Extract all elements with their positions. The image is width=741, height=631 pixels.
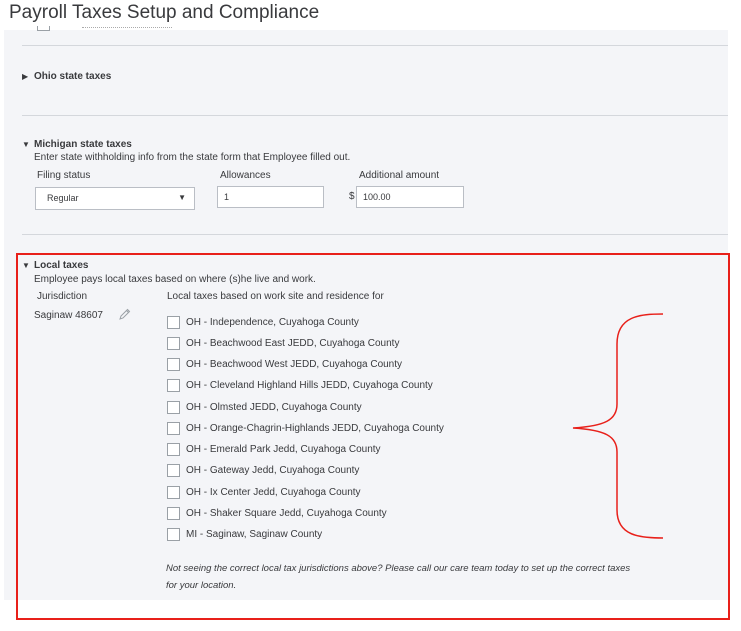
local-tax-label: OH - Orange-Chagrin-Highlands JEDD, Cuya… [186,423,444,434]
local-tax-label: OH - Ix Center Jedd, Cuyahoga County [186,487,361,498]
filing-status-label: Filing status [37,170,91,181]
local-tax-label: OH - Cleveland Highland Hills JEDD, Cuya… [186,380,433,391]
payroll-taxes-page: Payroll Taxes Setup and Compliance ▶ Ohi… [0,0,741,631]
michigan-section-heading: Michigan state taxes [34,139,132,150]
local-tax-checkbox[interactable] [167,401,180,414]
ohio-section-heading: Ohio state taxes [34,71,112,82]
local-tax-label: OH - Beachwood West JEDD, Cuyahoga Count… [186,359,403,370]
michigan-description: Enter state withholding info from the st… [34,152,351,163]
local-description: Employee pays local taxes based on where… [34,274,316,285]
divider [22,45,728,46]
local-section-heading: Local taxes [34,260,89,271]
jurisdiction-label: Jurisdiction [37,291,88,302]
allowances-input[interactable] [217,186,324,208]
clipped-row [37,26,177,31]
chevron-down-icon: ▼ [178,193,186,202]
caret-right-icon: ▶ [22,72,29,81]
page-title: Payroll Taxes Setup and Compliance [9,2,320,23]
local-tax-checkbox[interactable] [167,337,180,350]
clipped-checkbox [37,26,50,31]
caret-down-icon: ▼ [22,261,30,270]
local-tax-help-note: Not seeing the correct local tax jurisdi… [166,560,726,594]
pencil-icon[interactable] [118,307,132,326]
additional-amount-input[interactable] [356,186,464,208]
local-tax-label: OH - Shaker Square Jedd, Cuyahoga County [186,508,387,519]
local-tax-label: OH - Gateway Jedd, Cuyahoga County [186,465,360,476]
michigan-section-toggle[interactable]: ▼ Michigan state taxes [22,139,132,150]
local-tax-checkbox[interactable] [167,379,180,392]
local-tax-label: OH - Olmsted JEDD, Cuyahoga County [186,402,362,413]
local-tax-checkbox[interactable] [167,443,180,456]
local-tax-label: OH - Emerald Park Jedd, Cuyahoga County [186,444,381,455]
filing-status-select[interactable]: Regular ▼ [35,187,195,210]
filing-status-value: Regular [47,193,79,203]
jurisdiction-value: Saginaw 48607 [34,310,103,321]
caret-down-icon: ▼ [22,140,30,149]
local-section-toggle[interactable]: ▼ Local taxes [22,260,88,271]
local-tax-label: OH - Beachwood East JEDD, Cuyahoga Count… [186,338,400,349]
local-tax-label: MI - Saginaw, Saginaw County [186,529,323,540]
local-tax-label: OH - Independence, Cuyahoga County [186,317,359,328]
local-tax-checkbox[interactable] [167,528,180,541]
help-note-line: Not seeing the correct local tax jurisdi… [166,563,631,574]
local-tax-checkbox[interactable] [167,507,180,520]
clipped-text [82,27,172,30]
additional-amount-label: Additional amount [359,170,440,181]
local-tax-checkbox[interactable] [167,358,180,371]
help-note-line: for your location. [166,580,237,591]
currency-symbol: $ [349,191,355,202]
local-list-label: Local taxes based on work site and resid… [167,291,384,302]
local-tax-checkbox[interactable] [167,316,180,329]
curly-brace-annotation [572,313,664,539]
allowances-label: Allowances [220,170,271,181]
local-tax-checkbox[interactable] [167,464,180,477]
divider [22,234,728,235]
local-tax-checkbox[interactable] [167,422,180,435]
divider [22,115,728,116]
local-tax-checkbox[interactable] [167,486,180,499]
ohio-section-toggle[interactable]: ▶ Ohio state taxes [22,71,111,82]
